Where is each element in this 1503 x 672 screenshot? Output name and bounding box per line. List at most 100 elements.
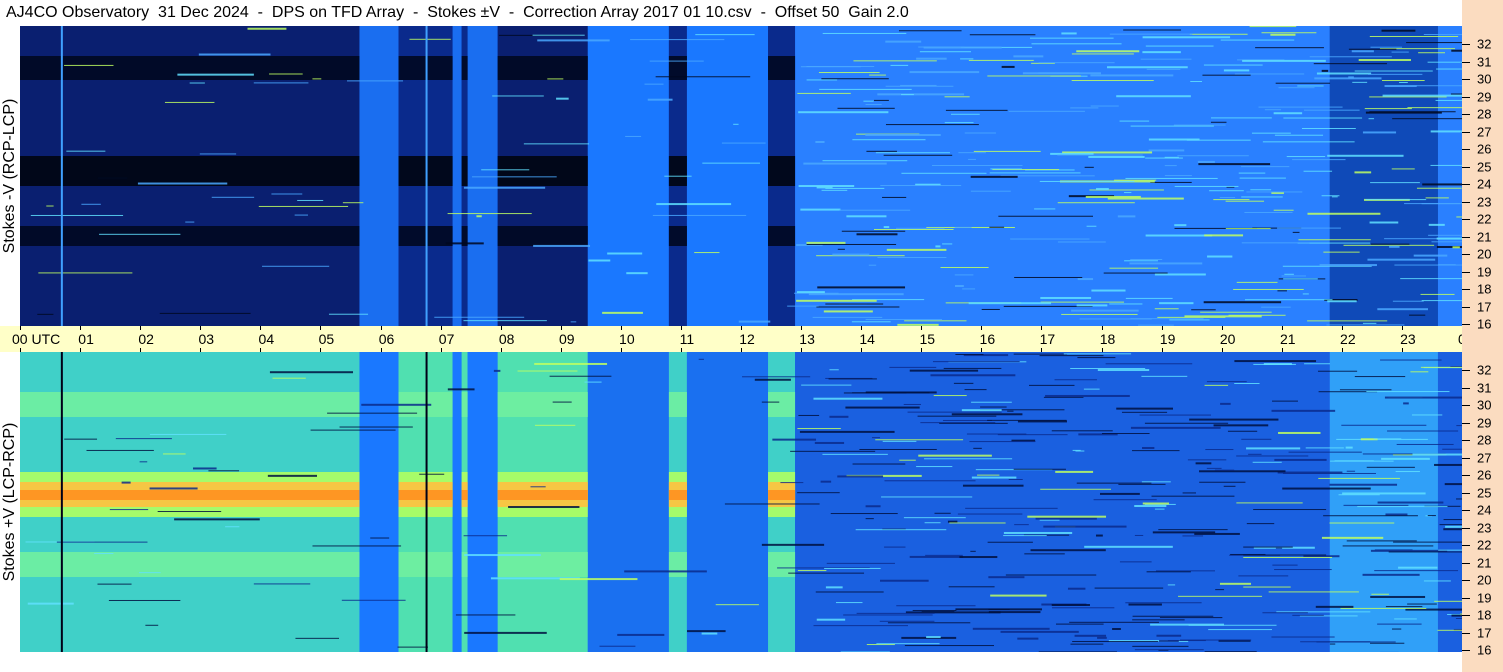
band-4-1 (668, 156, 687, 186)
noise-streak (1278, 87, 1315, 89)
noise-streak (38, 272, 133, 274)
noise-streak (1268, 591, 1359, 593)
noise-streak (1105, 363, 1193, 365)
vertical-line-0 (60, 26, 63, 326)
noise-streak (1055, 470, 1094, 473)
noise-streak (798, 111, 889, 114)
noise-streak (1125, 602, 1202, 604)
noise-streak (347, 80, 404, 82)
band-4-3 (668, 490, 687, 500)
noise-streak (602, 311, 643, 314)
noise-streak (754, 378, 791, 381)
noise-streak (1377, 501, 1444, 504)
time-tick-label: 07 (438, 331, 455, 347)
noise-streak (1345, 446, 1353, 449)
noise-streak (1084, 166, 1094, 168)
noise-streak (163, 453, 186, 455)
noise-streak (1198, 163, 1271, 166)
frequency-scale: 16 17 18 19 20 21 22 23 24 25 26 27 28 29 30 31 32 16 17 18… (1462, 0, 1503, 672)
noise-streak (532, 34, 585, 36)
noise-streak (537, 39, 610, 42)
noise-streak (821, 189, 848, 191)
noise-streak (1331, 196, 1338, 198)
noise-streak (137, 182, 228, 185)
noise-streak (1377, 308, 1428, 311)
noise-streak (189, 82, 205, 84)
noise-streak (998, 215, 1093, 217)
noise-streak (1130, 318, 1204, 320)
noise-streak (1043, 525, 1127, 528)
noise-streak (644, 83, 664, 85)
noise-streak (1077, 357, 1116, 359)
band-5-0 (768, 56, 796, 80)
noise-streak (1038, 62, 1115, 64)
noise-streak (1412, 453, 1462, 456)
noise-streak (1246, 523, 1275, 525)
freq-tick-label: 21 (1477, 555, 1492, 570)
noise-streak (856, 233, 898, 236)
freq-tick-label: 20 (1477, 572, 1492, 588)
noise-streak (1252, 461, 1282, 463)
noise-streak (312, 78, 322, 80)
freq-tick-label: 16 (1477, 316, 1492, 332)
noise-streak (881, 496, 973, 498)
noise-streak (1101, 433, 1150, 435)
noise-streak (1003, 535, 1047, 537)
noise-streak (1316, 641, 1396, 643)
time-tick-mark (1341, 326, 1343, 330)
noise-streak (698, 358, 704, 360)
freq-tick-label: 22 (1477, 537, 1492, 553)
noise-streak (655, 76, 751, 78)
noise-streak (164, 101, 215, 103)
noise-streak (859, 448, 937, 450)
noise-streak (1173, 124, 1226, 126)
noise-streak (1029, 37, 1114, 39)
noise-streak (1051, 430, 1113, 432)
noise-streak (30, 214, 124, 216)
noise-streak (890, 64, 909, 66)
noise-streak (1434, 463, 1462, 466)
noise-streak (772, 438, 817, 441)
noise-streak (1339, 389, 1392, 391)
noise-streak (955, 285, 964, 288)
noise-streak (1354, 171, 1372, 174)
noise-streak (1013, 353, 1068, 355)
noise-streak (1124, 260, 1158, 262)
time-segment-9 (686, 26, 769, 326)
noise-streak (1452, 246, 1460, 249)
noise-streak (815, 591, 884, 593)
noise-streak (1202, 74, 1251, 76)
freq-tick-label: 29 (1477, 415, 1492, 430)
freq-tick-mark (1462, 254, 1470, 255)
noise-streak (1195, 462, 1212, 465)
noise-streak (1406, 42, 1462, 44)
noise-streak (980, 406, 1007, 408)
noise-streak (1051, 603, 1090, 606)
noise-streak (1284, 273, 1294, 275)
noise-streak (1182, 535, 1204, 537)
noise-streak (1223, 485, 1236, 487)
noise-streak (924, 522, 941, 524)
noise-streak (1167, 584, 1176, 586)
noise-streak (1382, 94, 1462, 97)
noise-streak (1323, 515, 1418, 517)
time-tick-label: 19 (1159, 331, 1176, 347)
noise-streak (904, 645, 995, 647)
noise-streak (1132, 450, 1180, 452)
noise-streak (1070, 368, 1146, 370)
time-tick-mark (680, 326, 682, 330)
y-axis-label-top-text: Stokes -V (RCP-LCP) (1, 98, 18, 254)
noise-streak (815, 140, 825, 143)
freq-tick-label: 28 (1477, 106, 1492, 122)
noise-streak (879, 620, 935, 622)
noise-streak (1211, 117, 1272, 119)
time-tick-mark (741, 326, 742, 330)
noise-streak (1220, 402, 1231, 405)
noise-streak (27, 602, 74, 605)
noise-streak (1241, 242, 1310, 244)
noise-streak (1334, 460, 1374, 462)
noise-streak (822, 32, 907, 34)
freq-tick-mark (1462, 61, 1470, 63)
noise-streak (968, 59, 1034, 61)
freq-tick-mark (1462, 492, 1470, 494)
